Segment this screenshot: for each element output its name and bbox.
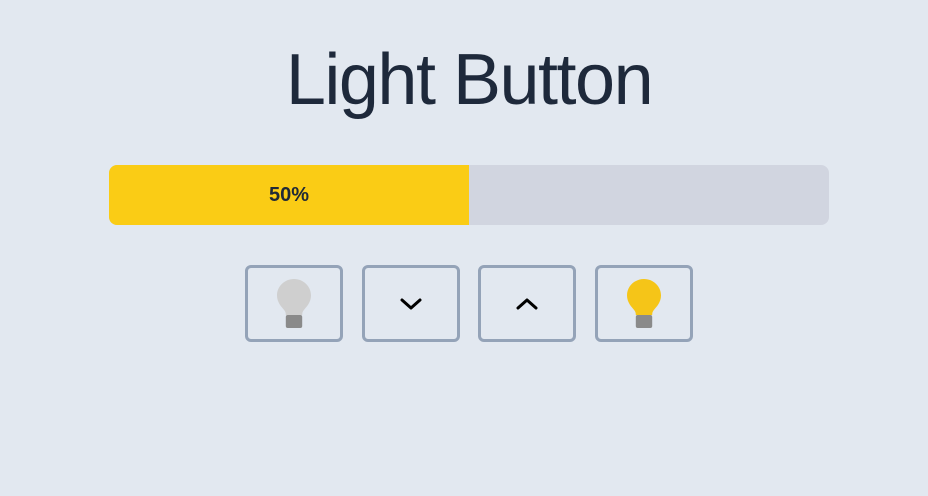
brightness-progress-fill: 50% — [109, 165, 469, 225]
chevron-down-icon — [400, 298, 422, 309]
chevron-up-icon — [516, 298, 538, 309]
lightbulb-on-icon — [627, 278, 661, 328]
brightness-progress-bar: 50% — [109, 165, 829, 225]
page-title: Light Button — [285, 40, 654, 120]
light-on-button[interactable] — [595, 265, 693, 342]
light-button-app: Light Button 50% — [0, 0, 928, 496]
brightness-percent-label: 50% — [268, 183, 310, 206]
light-off-button[interactable] — [245, 265, 343, 342]
increase-brightness-button[interactable] — [478, 265, 576, 342]
lightbulb-off-icon — [277, 278, 311, 328]
decrease-brightness-button[interactable] — [362, 265, 460, 342]
